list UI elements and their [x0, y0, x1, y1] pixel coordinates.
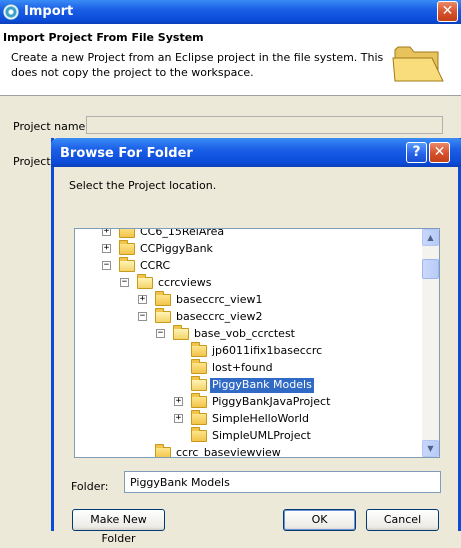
make-new-folder-button[interactable]: Make New Folder — [72, 509, 165, 545]
browse-titlebar[interactable]: Browse For Folder ? ✕ — [51, 138, 461, 167]
expand-icon[interactable]: + — [138, 295, 147, 304]
scroll-up-button[interactable]: ▲ — [422, 229, 439, 246]
tree-item[interactable]: jp6011ifix1baseccrc — [75, 342, 423, 360]
folder-icon — [191, 410, 207, 425]
ok-label: OK — [311, 513, 328, 526]
help-button[interactable]: ? — [406, 142, 427, 163]
import-close-button[interactable]: ✕ — [437, 1, 458, 22]
folder-tree[interactable]: + CC6_15RelArea + CCPiggyBank − CCRC − ccrcview… — [74, 228, 440, 458]
import-window-title: Import — [24, 4, 74, 19]
tree-item-label: base_vob_ccrctest — [194, 327, 295, 340]
tree-scrollbar[interactable]: ▲ ▼ — [422, 229, 439, 457]
folder-icon — [191, 342, 207, 357]
tree-item-label: jp6011ifix1baseccrc — [212, 344, 323, 357]
folder-icon — [155, 444, 171, 457]
tree-item[interactable]: + baseccrc_view1 — [75, 291, 423, 309]
project-name-input[interactable] — [86, 116, 443, 134]
project-name-label: Project name: — [13, 120, 90, 133]
folder-icon — [119, 240, 135, 255]
tree-item-label: ccrc_baseviewview — [176, 446, 281, 458]
scroll-down-button[interactable]: ▼ — [422, 440, 439, 457]
tree-item-label: CCRC — [140, 259, 171, 272]
ok-button[interactable]: OK — [283, 509, 356, 531]
tree-item-label: PiggyBank Models — [210, 378, 314, 393]
scroll-thumb[interactable] — [422, 259, 439, 279]
tree-item-label: baseccrc_view2 — [176, 310, 263, 323]
tree-item-label: PiggyBankJavaProject — [212, 395, 331, 408]
expand-icon[interactable]: + — [102, 244, 111, 253]
tree-item-label: CC6_15RelArea — [140, 228, 225, 238]
folder-icon — [119, 257, 135, 272]
cancel-label: Cancel — [383, 513, 422, 526]
tree-item[interactable]: + CCPiggyBank — [75, 240, 423, 258]
browse-for-folder-dialog: Browse For Folder ? ✕ Select the Project… — [51, 138, 461, 545]
tree-item[interactable]: PiggyBank Models — [75, 376, 423, 394]
tree-item[interactable]: + SimpleHelloWorld — [75, 410, 423, 428]
cancel-button[interactable]: Cancel — [366, 509, 439, 531]
project-contents-label: Project — [13, 155, 51, 168]
location-prompt: Select the Project location. — [69, 179, 217, 192]
banner-description: Create a new Project from an Eclipse pro… — [11, 51, 384, 79]
tree-item[interactable]: − baseccrc_view2 — [75, 308, 423, 326]
collapse-icon[interactable]: − — [138, 312, 147, 321]
browse-close-button[interactable]: ✕ — [429, 142, 450, 163]
import-titlebar[interactable]: Import ✕ — [0, 0, 461, 24]
folder-label: Folder: — [71, 480, 109, 493]
collapse-icon[interactable]: − — [120, 278, 129, 287]
folder-icon — [173, 325, 189, 340]
tree-item[interactable]: − CCRC — [75, 257, 423, 275]
tree-item[interactable]: − base_vob_ccrctest — [75, 325, 423, 343]
folder-icon — [191, 393, 207, 408]
expand-icon[interactable]: + — [174, 397, 183, 406]
tree-item[interactable]: ccrc_baseviewview — [75, 444, 423, 458]
collapse-icon[interactable]: − — [102, 261, 111, 270]
banner-title: Import Project From File System — [3, 31, 204, 44]
tree-item-label: CCPiggyBank — [140, 242, 213, 255]
folder-open-icon — [392, 46, 444, 82]
folder-icon — [119, 229, 135, 238]
tree-item[interactable]: SimpleUMLProject — [75, 427, 423, 445]
folder-icon — [137, 274, 153, 289]
folder-input[interactable] — [124, 471, 441, 493]
tree-item[interactable]: lost+found — [75, 359, 423, 377]
tree-item-label: SimpleHelloWorld — [212, 412, 309, 425]
tree-item-label: SimpleUMLProject — [212, 429, 311, 442]
folder-icon — [155, 291, 171, 306]
eclipse-icon — [3, 4, 19, 20]
folder-icon — [191, 376, 207, 391]
browse-dialog-title: Browse For Folder — [60, 146, 193, 161]
tree-item-label: lost+found — [212, 361, 273, 374]
make-new-folder-label: Make New Folder — [90, 513, 147, 545]
tree-item[interactable]: + PiggyBankJavaProject — [75, 393, 423, 411]
folder-icon — [155, 308, 171, 323]
collapse-icon[interactable]: − — [156, 329, 165, 338]
folder-icon — [191, 359, 207, 374]
tree-item-label: ccrcviews — [158, 276, 212, 289]
expand-icon[interactable]: + — [174, 414, 183, 423]
expand-icon[interactable]: + — [102, 229, 111, 236]
folder-icon — [191, 427, 207, 442]
tree-item-label: baseccrc_view1 — [176, 293, 263, 306]
import-banner: Import Project From File System Create a… — [0, 24, 461, 96]
tree-item[interactable]: − ccrcviews — [75, 274, 423, 292]
